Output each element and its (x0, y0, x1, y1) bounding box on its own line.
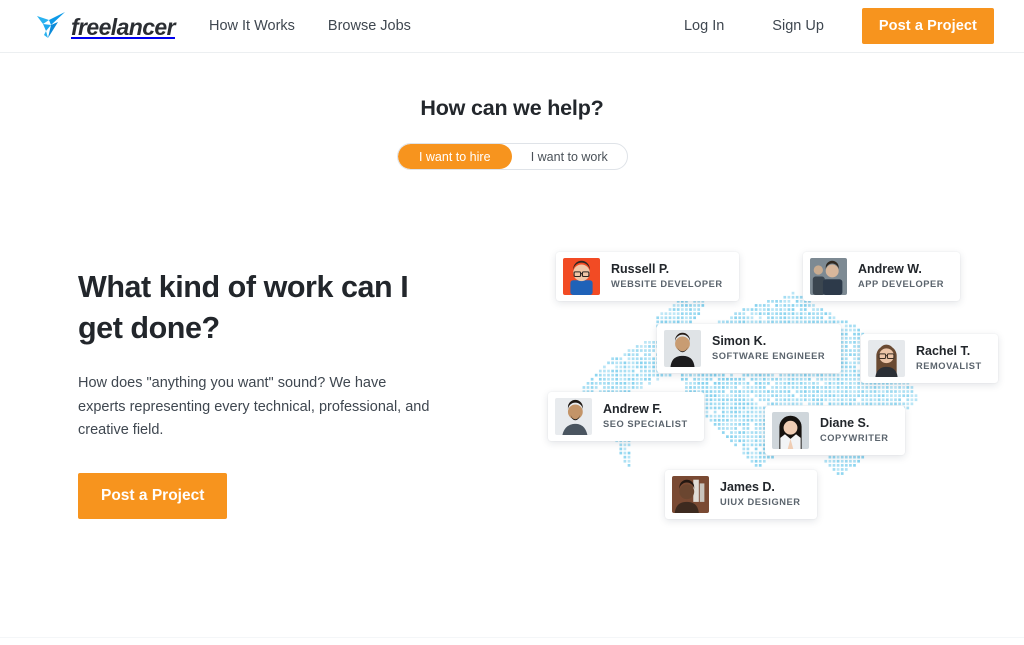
profile-card-diane[interactable]: Diane S. COPYWRITER (765, 406, 905, 455)
signup-link[interactable]: Sign Up (772, 18, 824, 34)
toggle-option-hire[interactable]: I want to hire (397, 144, 512, 169)
profile-name: Andrew W. (858, 261, 922, 276)
profile-role: REMOVALIST (916, 361, 982, 372)
profile-text: Simon K. SOFTWARE ENGINEER (712, 334, 825, 364)
main-content: What kind of work can I get done? How do… (0, 170, 1024, 630)
help-section: How can we help? I want to hire I want t… (0, 53, 1024, 170)
profile-name: Simon K. (712, 333, 767, 348)
profile-text: Andrew W. APP DEVELOPER (858, 262, 944, 292)
section-divider (0, 637, 1024, 638)
hummingbird-logo-icon (34, 11, 68, 41)
profile-role: WEBSITE DEVELOPER (611, 279, 723, 290)
freelancer-logo[interactable]: freelancer (30, 0, 176, 53)
avatar (672, 476, 709, 513)
avatar (772, 412, 809, 449)
avatar (868, 340, 905, 377)
auth-nav: Log In Sign Up Post a Project (684, 8, 994, 44)
profile-name: Rachel T. (916, 343, 971, 358)
profile-card-james[interactable]: James D. UIUX DESIGNER (665, 470, 817, 519)
avatar (810, 258, 847, 295)
profile-text: James D. UIUX DESIGNER (720, 480, 801, 510)
nav-how-it-works[interactable]: How It Works (209, 18, 295, 34)
profile-name: Andrew F. (603, 401, 663, 416)
help-title: How can we help? (420, 96, 604, 120)
profile-text: Rachel T. REMOVALIST (916, 344, 982, 374)
page-subcopy: How does "anything you want" sound? We h… (78, 375, 430, 439)
page-headline: What kind of work can I get done? (78, 270, 409, 345)
avatar (555, 398, 592, 435)
nav-browse-jobs[interactable]: Browse Jobs (328, 18, 411, 34)
profile-name: Russell P. (611, 261, 670, 276)
left-column: What kind of work can I get done? How do… (0, 224, 430, 630)
profile-card-russell[interactable]: Russell P. WEBSITE DEVELOPER (556, 252, 739, 301)
post-a-project-cta-button[interactable]: Post a Project (78, 472, 228, 519)
site-header: freelancer How It Works Browse Jobs Log … (0, 0, 1024, 53)
profile-text: Diane S. COPYWRITER (820, 416, 889, 446)
logo-wordmark: freelancer (71, 13, 176, 40)
profile-name: James D. (720, 479, 775, 494)
profile-role: SEO SPECIALIST (603, 419, 688, 430)
profile-card-andrew-f[interactable]: Andrew F. SEO SPECIALIST (548, 392, 704, 441)
login-link[interactable]: Log In (684, 18, 724, 34)
avatar (563, 258, 600, 295)
primary-nav: How It Works Browse Jobs (209, 18, 411, 34)
profile-card-simon[interactable]: Simon K. SOFTWARE ENGINEER (657, 324, 842, 373)
avatar (664, 330, 701, 367)
post-a-project-header-button[interactable]: Post a Project (861, 8, 994, 44)
profile-name: Diane S. (820, 415, 870, 430)
profile-card-rachel[interactable]: Rachel T. REMOVALIST (861, 334, 998, 383)
profile-role: APP DEVELOPER (858, 279, 945, 290)
hire-work-toggle[interactable]: I want to hire I want to work (396, 143, 628, 170)
profile-role: COPYWRITER (820, 433, 889, 444)
profile-role: SOFTWARE ENGINEER (712, 351, 826, 362)
profile-card-andrew-w[interactable]: Andrew W. APP DEVELOPER (803, 252, 961, 301)
profile-text: Andrew F. SEO SPECIALIST (603, 402, 688, 432)
toggle-option-work[interactable]: I want to work (512, 144, 627, 169)
profile-text: Russell P. WEBSITE DEVELOPER (611, 262, 723, 292)
profile-role: UIUX DESIGNER (720, 497, 801, 508)
